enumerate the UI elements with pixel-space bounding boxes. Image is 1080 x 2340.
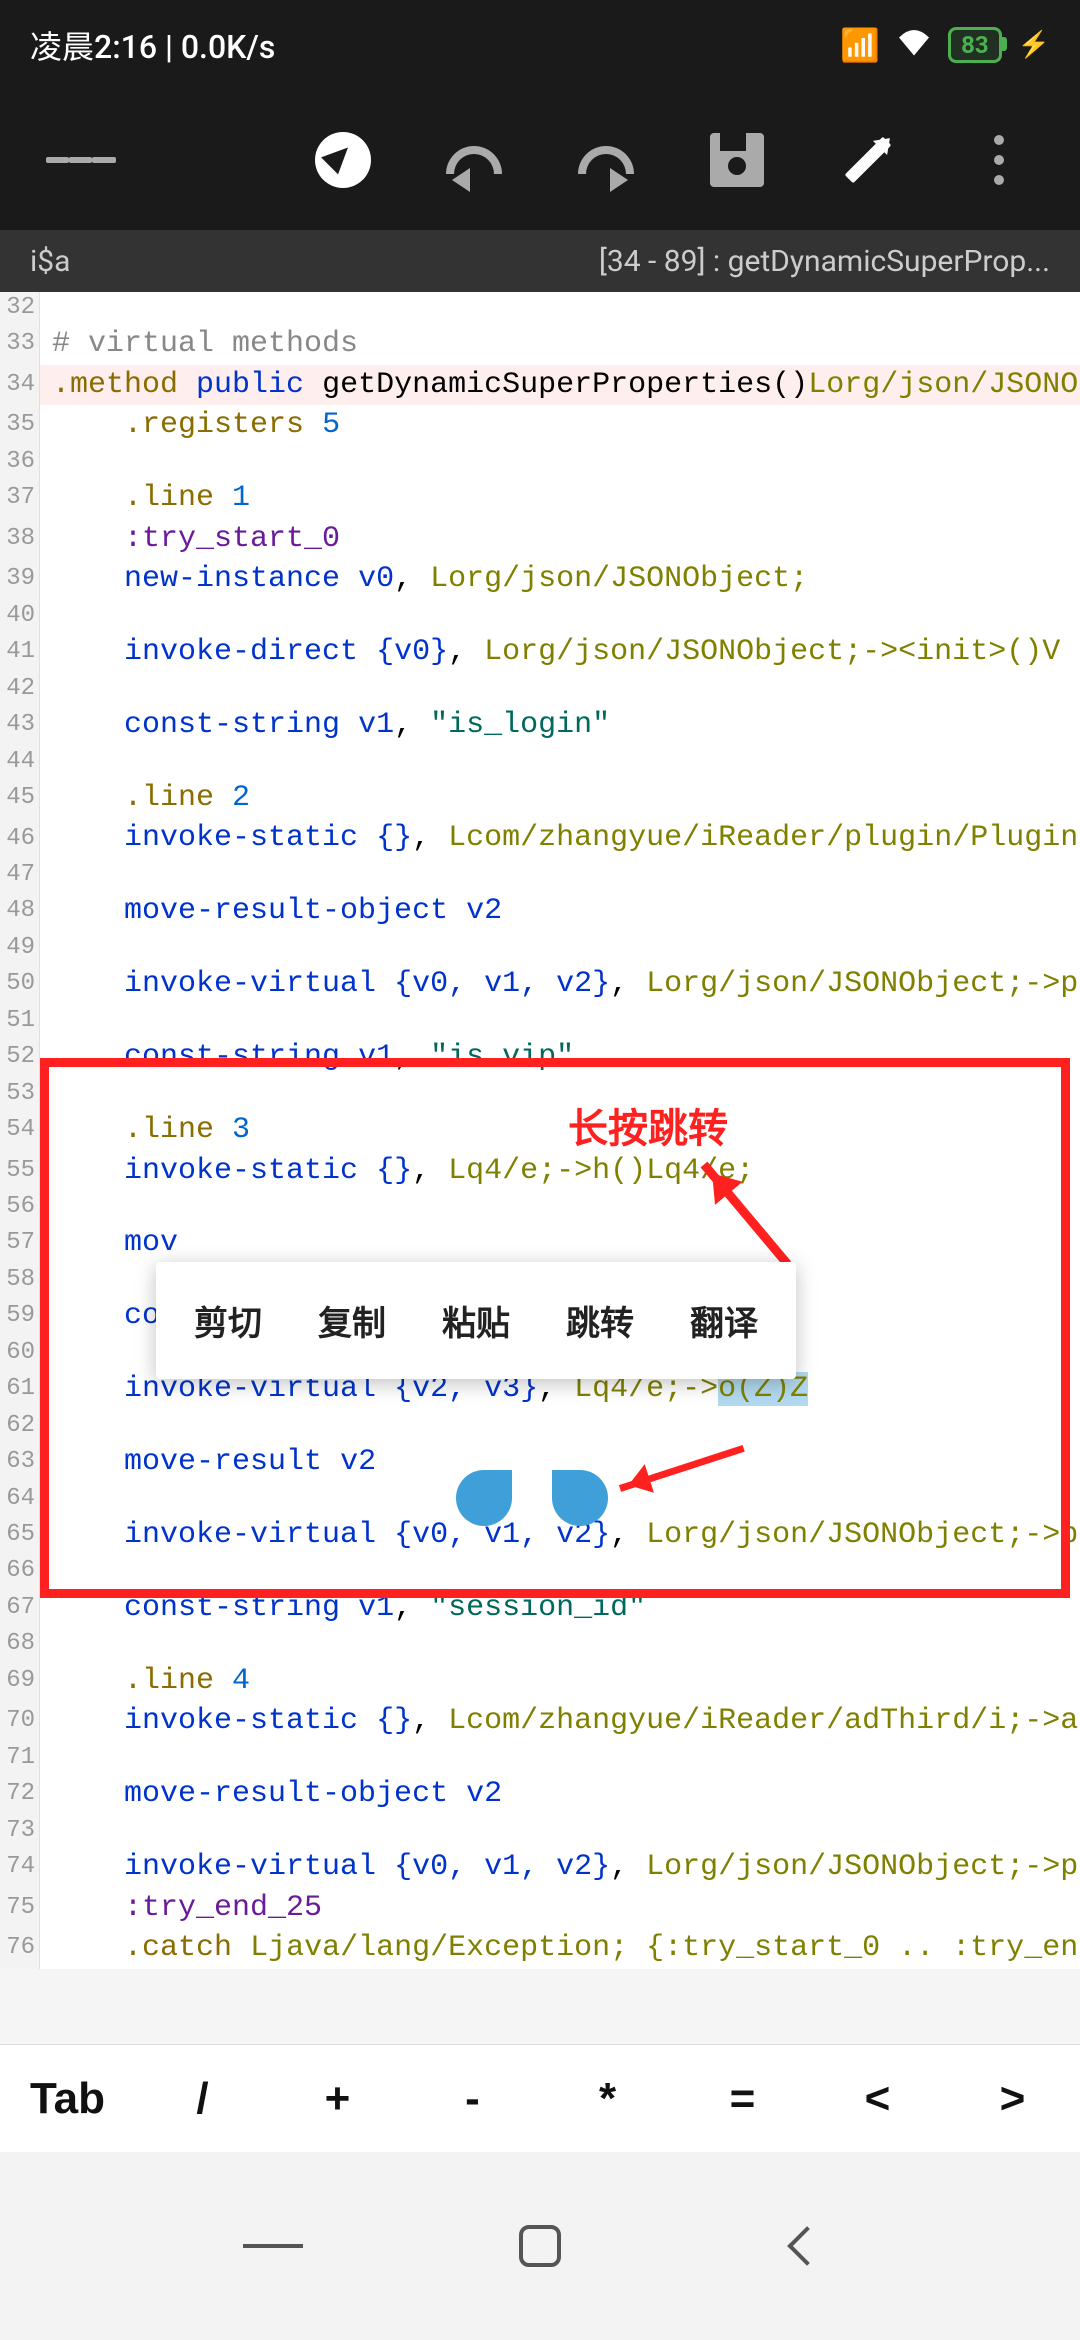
key-star[interactable]: * xyxy=(540,2045,675,2152)
selection-handle-left[interactable] xyxy=(456,1470,512,1526)
translate-button[interactable]: 翻译 xyxy=(662,1296,786,1345)
paste-button[interactable]: 粘贴 xyxy=(414,1296,538,1345)
redo-icon[interactable] xyxy=(571,125,641,195)
key-tab[interactable]: Tab xyxy=(0,2045,135,2152)
compass-icon[interactable] xyxy=(308,125,378,195)
annotation-text: 长按跳转 xyxy=(568,1096,728,1154)
nav-back-icon[interactable] xyxy=(777,2216,837,2276)
goto-button[interactable]: 跳转 xyxy=(538,1296,662,1345)
signal-icon: 📶 xyxy=(840,26,880,64)
system-navbar xyxy=(0,2152,1080,2340)
key-minus[interactable]: - xyxy=(405,2045,540,2152)
charging-icon: ⚡ xyxy=(1018,30,1050,60)
code-editor[interactable]: 32 33# virtual methods 34.method public … xyxy=(0,292,1080,1969)
undo-icon[interactable] xyxy=(439,125,509,195)
toolbar xyxy=(0,90,1080,230)
key-slash[interactable]: / xyxy=(135,2045,270,2152)
copy-button[interactable]: 复制 xyxy=(290,1296,414,1345)
status-time: 凌晨2:16 | 0.0K/s xyxy=(30,22,275,68)
class-label: i$a xyxy=(30,244,70,279)
key-equals[interactable]: = xyxy=(675,2045,810,2152)
status-bar: 凌晨2:16 | 0.0K/s 📶 83 ⚡ xyxy=(0,0,1080,90)
symbol-keyboard-row: Tab / + - * = < > xyxy=(0,2044,1080,2152)
nav-home-icon[interactable] xyxy=(510,2216,570,2276)
line-number: 32 xyxy=(0,292,40,324)
menu-icon[interactable] xyxy=(46,125,116,195)
key-lt[interactable]: < xyxy=(810,2045,945,2152)
nav-recent-icon[interactable] xyxy=(243,2216,303,2276)
save-icon[interactable] xyxy=(702,125,772,195)
cut-button[interactable]: 剪切 xyxy=(166,1296,290,1345)
selection-handle-right[interactable] xyxy=(552,1470,608,1526)
key-gt[interactable]: > xyxy=(945,2045,1080,2152)
more-icon[interactable] xyxy=(964,125,1034,195)
status-right: 📶 83 ⚡ xyxy=(840,26,1050,64)
battery-badge: 83 xyxy=(948,27,1002,63)
edit-icon[interactable] xyxy=(833,125,903,195)
selection-handles[interactable] xyxy=(456,1470,608,1526)
info-strip: i$a [34 - 89] : getDynamicSuperProp... xyxy=(0,230,1080,292)
context-menu: 剪切 复制 粘贴 跳转 翻译 xyxy=(156,1262,796,1379)
method-range: [34 - 89] : getDynamicSuperProp... xyxy=(599,244,1050,279)
wifi-icon xyxy=(896,26,932,64)
key-plus[interactable]: + xyxy=(270,2045,405,2152)
